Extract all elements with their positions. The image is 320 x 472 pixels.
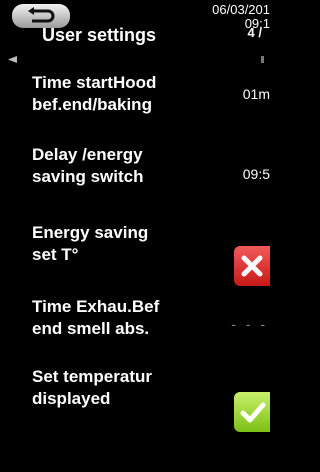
scroll-left-icon[interactable] xyxy=(8,56,17,63)
setting-label: Delay /energy saving switch xyxy=(32,145,144,186)
date-text: 06/03/201 xyxy=(212,3,270,17)
scroll-right-indicator[interactable] xyxy=(261,56,264,63)
setting-label: Energy saving set T° xyxy=(32,223,149,264)
setting-label: Set temperatur displayed xyxy=(32,367,152,408)
setting-value[interactable]: 09:5 xyxy=(243,166,270,182)
setting-value[interactable]: 01m xyxy=(243,86,270,102)
setting-label: Time Exhau.Bef end smell abs. xyxy=(32,297,160,338)
checkmark-icon xyxy=(240,402,266,423)
energy-saving-toggle[interactable] xyxy=(234,246,270,286)
back-arrow-icon xyxy=(28,7,55,23)
setting-value[interactable]: - - - xyxy=(231,316,268,332)
cross-icon xyxy=(241,255,263,277)
set-temperature-toggle[interactable] xyxy=(234,392,270,432)
setting-label: Time startHood bef.end/baking xyxy=(32,73,157,114)
page-title: User settings xyxy=(42,25,157,45)
page-indicator: 4 / xyxy=(247,25,262,40)
